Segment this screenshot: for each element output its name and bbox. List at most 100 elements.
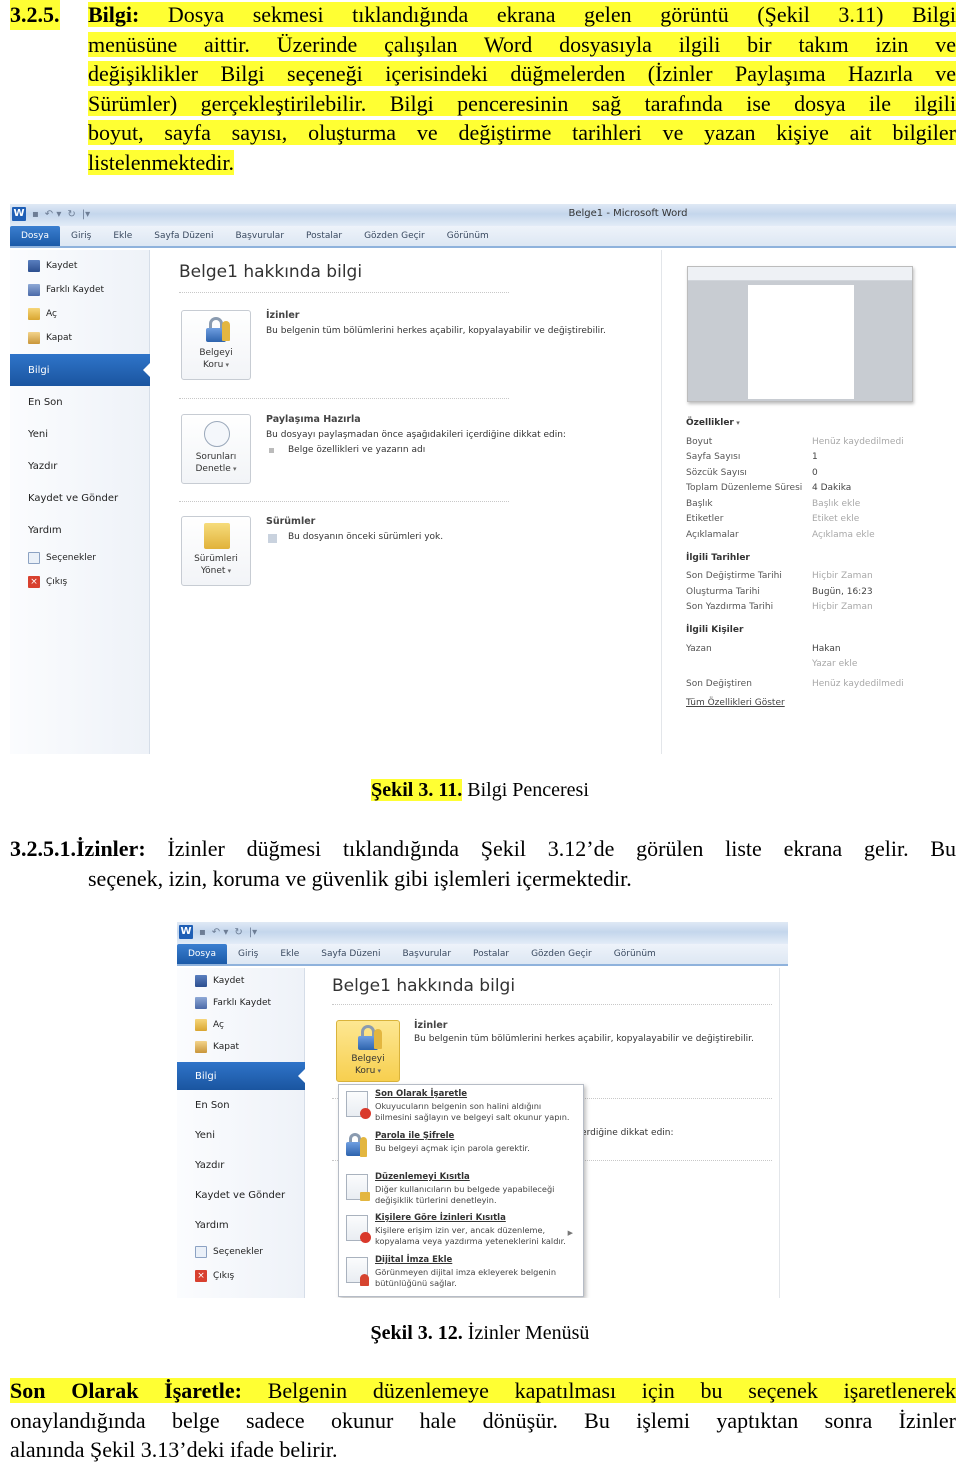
- nav-ac[interactable]: Aç: [177, 1014, 304, 1036]
- nav-kapat[interactable]: Kapat: [10, 326, 149, 350]
- property-label: Boyut: [686, 436, 713, 447]
- undo-icon[interactable]: ↶ ▾: [212, 927, 229, 938]
- properties-panel: Özellikler Boyut Henüz kaydedilmedi Sayfa …: [686, 418, 946, 708]
- save-icon[interactable]: ▪: [199, 927, 206, 938]
- property-label: Toplam Düzenleme Süresi: [686, 483, 803, 494]
- nav-cikis[interactable]: × Çıkış: [177, 1264, 304, 1288]
- tab-postalar[interactable]: Postalar: [462, 944, 520, 964]
- related-people-header: İlgili Kişiler: [686, 625, 744, 635]
- restrict-editing-icon: [346, 1174, 370, 1201]
- property-label: Açıklamalar: [686, 529, 739, 540]
- word-logo-icon: W: [179, 925, 193, 939]
- document-preview[interactable]: [687, 266, 913, 402]
- nav-en-son[interactable]: En Son: [10, 386, 149, 418]
- property-value[interactable]: Başlık ekle: [812, 499, 860, 509]
- window-title: Belge1 - Microsoft Word: [568, 208, 688, 219]
- nav-bilgi[interactable]: Bilgi: [177, 1062, 305, 1090]
- menu-item-mark-final[interactable]: Son Olarak İşaretle Okuyucuların belgeni…: [339, 1089, 583, 1129]
- property-value[interactable]: Açıklama ekle: [812, 530, 875, 540]
- paragraph-line: onaylandığında belge sadece okunur hale …: [10, 1407, 956, 1433]
- nav-farkli-kaydet[interactable]: Farklı Kaydet: [10, 278, 149, 302]
- property-row: Başlık Başlık ekle: [686, 496, 946, 512]
- date-value: Hiçbir Zaman: [812, 571, 873, 582]
- divider: [179, 398, 509, 399]
- tab-giris[interactable]: Giriş: [60, 226, 102, 246]
- customize-icon[interactable]: |▾: [249, 927, 257, 938]
- properties-header[interactable]: Özellikler: [686, 418, 946, 428]
- show-all-properties-link[interactable]: Tüm Özellikleri Göster: [686, 698, 946, 708]
- section-3-2-5: 3.2.5. Bilgi: Dosya sekmesi tıklandığınd…: [10, 0, 956, 178]
- tab-sayfa-duzeni[interactable]: Sayfa Düzeni: [143, 226, 224, 246]
- tab-postalar[interactable]: Postalar: [295, 226, 353, 246]
- digital-signature-icon: [346, 1257, 369, 1286]
- nav-yeni[interactable]: Yeni: [177, 1120, 304, 1150]
- date-row: Oluşturma Tarihi Bugün, 16:23: [686, 584, 946, 600]
- tab-gozden-gecir[interactable]: Gözden Geçir: [520, 944, 603, 964]
- info-panel: Belge1 hakkında bilgi BelgeyiKoru İzinle…: [306, 968, 788, 1298]
- close-folder-icon: [195, 1041, 207, 1053]
- check-issues-button[interactable]: Sorunları Denetle: [181, 414, 251, 484]
- menu-item-digital-signature[interactable]: Dijital İmza Ekle Görünmeyen dijital imz…: [339, 1255, 583, 1295]
- menu-item-restrict-permission[interactable]: Kişilere Göre İzinleri Kısıtla Kişilere …: [339, 1213, 583, 1253]
- nav-kaydet-ve-gonder[interactable]: Kaydet ve Gönder: [177, 1180, 304, 1210]
- menu-item-restrict-editing[interactable]: Düzenlemeyi Kısıtla Diğer kullanıcıların…: [339, 1172, 583, 1212]
- tab-gozden-gecir[interactable]: Gözden Geçir: [353, 226, 436, 246]
- date-value: Hiçbir Zaman: [812, 602, 873, 613]
- figure-caption-3-11: Şekil 3. 11. Bilgi Penceresi: [371, 779, 589, 801]
- tab-basvurular[interactable]: Başvurular: [224, 226, 295, 246]
- paragraph-line: alanında Şekil 3.13’deki ifade belirir.: [10, 1437, 338, 1463]
- tab-ekle[interactable]: Ekle: [269, 944, 310, 964]
- redo-icon[interactable]: ↻: [234, 927, 242, 938]
- lock-key-icon: [204, 317, 230, 343]
- tab-ekle[interactable]: Ekle: [102, 226, 143, 246]
- nav-yazdir[interactable]: Yazdır: [177, 1150, 304, 1180]
- nav-kaydet-ve-gonder[interactable]: Kaydet ve Gönder: [10, 482, 149, 514]
- paragraph-line: seçenek, izin, koruma ve güvenlik gibi i…: [88, 865, 632, 891]
- property-value[interactable]: Henüz kaydedilmedi: [812, 437, 904, 447]
- nav-kapat[interactable]: Kapat: [177, 1036, 304, 1058]
- property-value[interactable]: Etiket ekle: [812, 514, 859, 524]
- open-folder-icon: [195, 1019, 207, 1031]
- tab-basvurular[interactable]: Başvurular: [391, 944, 462, 964]
- tab-gorunum[interactable]: Görünüm: [436, 226, 500, 246]
- versions-title: Sürümler: [266, 516, 316, 527]
- nav-cikis[interactable]: × Çıkış: [10, 570, 149, 594]
- menu-item-encrypt[interactable]: Parola ile Şifrele Bu belgeyi açmak için…: [339, 1131, 583, 1171]
- nav-secenekler[interactable]: Seçenekler: [177, 1240, 304, 1264]
- close-folder-icon: [28, 332, 40, 344]
- add-author-row: Yazar ekle: [686, 657, 946, 673]
- tab-giris[interactable]: Giriş: [227, 944, 269, 964]
- submenu-arrow-icon: ▶: [567, 1229, 573, 1237]
- nav-yardim[interactable]: Yardım: [10, 514, 149, 546]
- nav-yazdir[interactable]: Yazdır: [10, 450, 149, 482]
- protect-document-button[interactable]: Belgeyi Koru: [336, 1020, 400, 1082]
- nav-en-son[interactable]: En Son: [177, 1090, 304, 1120]
- date-label: Son Yazdırma Tarihi: [686, 602, 774, 613]
- tab-dosya[interactable]: Dosya: [10, 226, 60, 246]
- related-dates-header: İlgili Tarihler: [686, 552, 750, 563]
- word-info-window: W ▪ ↶ ▾ ↻ |▾ Belge1 - Microsoft Word Dos…: [10, 204, 956, 754]
- author-value[interactable]: Hakan: [812, 644, 841, 654]
- add-author-link[interactable]: Yazar ekle: [812, 659, 857, 669]
- nav-bilgi[interactable]: Bilgi: [10, 354, 150, 386]
- tab-sayfa-duzeni[interactable]: Sayfa Düzeni: [310, 944, 391, 964]
- date-row: Son Değiştirme Tarihi Hiçbir Zaman: [686, 569, 946, 585]
- nav-kaydet[interactable]: Kaydet: [10, 254, 149, 278]
- tab-gorunum[interactable]: Görünüm: [603, 944, 667, 964]
- nav-yardim[interactable]: Yardım: [177, 1210, 304, 1240]
- protect-document-button[interactable]: Belgeyi Koru: [181, 310, 251, 380]
- date-label: Son Değiştirme Tarihi: [686, 571, 782, 582]
- backstage-nav: Kaydet Farklı Kaydet Aç Kapat Bilgi En S…: [177, 968, 305, 1298]
- nav-kaydet[interactable]: Kaydet: [177, 970, 304, 992]
- manage-versions-button[interactable]: Sürümleri Yönet: [181, 516, 251, 586]
- section-3-2-5-1: 3.2.5.1.İzinler: İzinler düğmesi tıkland…: [10, 834, 956, 893]
- mark-final-paragraph: Son Olarak İşaretle: Belgenin düzenlemey…: [10, 1376, 956, 1464]
- nav-ac[interactable]: Aç: [10, 302, 149, 326]
- nav-farkli-kaydet[interactable]: Farklı Kaydet: [177, 992, 304, 1014]
- nav-yeni[interactable]: Yeni: [10, 418, 149, 450]
- tab-dosya[interactable]: Dosya: [177, 944, 227, 964]
- section-lead: Bilgi:: [88, 2, 140, 27]
- save-icon: [195, 975, 207, 987]
- property-label: Etiketler: [686, 514, 724, 525]
- nav-secenekler[interactable]: Seçenekler: [10, 546, 149, 570]
